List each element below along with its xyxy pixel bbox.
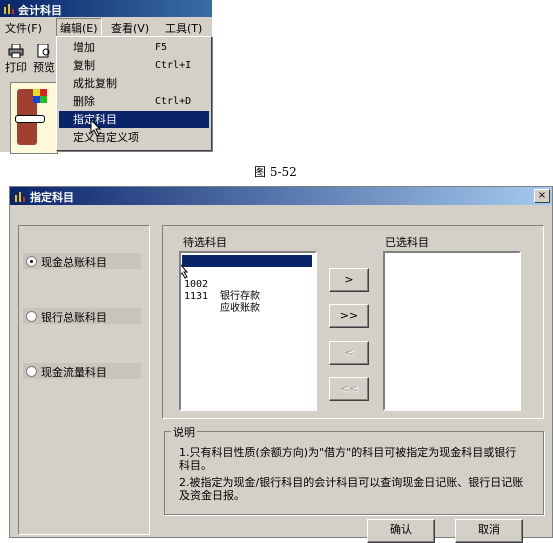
app-icon xyxy=(14,190,26,202)
radio-cash-general-ledger[interactable]: 现金总账科目 xyxy=(23,253,141,269)
book-graphic xyxy=(10,82,58,154)
note-1: 1.只有科目性质(余额方向)为"借方"的科目可被指定为现金科目或银行科目。 xyxy=(179,446,517,472)
account-type-panel: 现金总账科目 银行总账科目 现金流量科目 xyxy=(18,225,150,535)
menu-edit[interactable]: 编辑(E) xyxy=(56,18,102,38)
menu-item-add[interactable]: 增加 F5 xyxy=(59,39,209,56)
dialog-title: 指定科目 xyxy=(30,191,74,204)
move-left-button[interactable]: < xyxy=(329,341,369,365)
radio-button[interactable] xyxy=(26,311,37,322)
move-all-left-button[interactable]: << xyxy=(329,377,369,401)
preview-label: 预览 xyxy=(33,61,55,74)
mouse-cursor-icon xyxy=(90,119,102,137)
list-item[interactable]: 1131 应收账款 xyxy=(182,279,312,314)
candidate-accounts-list[interactable]: 1001 现金 1002 银行存款 1131 应收账款 xyxy=(179,251,317,411)
selected-accounts-list[interactable] xyxy=(383,251,521,411)
close-button[interactable]: × xyxy=(534,189,550,203)
edit-menu-dropdown: 增加 F5 复制 Ctrl+I 成批复制 删除 Ctrl+D 指定科目 定义自定… xyxy=(56,36,212,151)
move-right-button[interactable]: > xyxy=(329,268,369,292)
account-selection-panel: 待选科目 已选科目 1001 现金 1002 银行存款 1131 应收账款 > … xyxy=(162,225,544,419)
selected-label: 已选科目 xyxy=(383,234,431,250)
menu-view[interactable]: 查看(V) xyxy=(111,20,149,36)
notes-group: 说明 1.只有科目性质(余额方向)为"借方"的科目可被指定为现金科目或银行科目。… xyxy=(164,424,544,515)
radio-button[interactable] xyxy=(26,366,37,377)
list-item[interactable]: 1001 现金 xyxy=(182,255,312,290)
note-2: 2.被指定为现金/银行科目的会计科目可以查询现金日记账、银行日记账及资金日报。 xyxy=(179,476,524,502)
radio-bank-general-ledger[interactable]: 银行总账科目 xyxy=(23,308,141,324)
move-all-right-button[interactable]: >> xyxy=(329,304,369,328)
specify-account-dialog: 指定科目 × 现金总账科目 银行总账科目 现金流量科目 待选科目 已选科目 10… xyxy=(9,186,553,543)
cancel-button[interactable]: 取消 xyxy=(455,519,523,543)
preview-button[interactable]: 预览 xyxy=(30,42,58,76)
print-button[interactable]: 打印 xyxy=(2,42,30,76)
menu-file[interactable]: 文件(F) xyxy=(5,20,42,36)
menu-item-custom-fields[interactable]: 定义自定义项 xyxy=(59,129,209,146)
menu-tools[interactable]: 工具(T) xyxy=(165,20,202,36)
menu-item-delete[interactable]: 删除 Ctrl+D xyxy=(59,93,209,110)
menu-bar: 文件(F) 编辑(E) 查看(V) 工具(T) xyxy=(0,17,212,38)
menu-item-copy[interactable]: 复制 Ctrl+I xyxy=(59,57,209,74)
radio-button-selected[interactable] xyxy=(26,256,37,267)
dialog-title-bar: 指定科目 × xyxy=(10,187,552,205)
window-title: 会计科目 xyxy=(18,4,62,17)
notes-label: 说明 xyxy=(171,424,197,440)
title-bar: 会计科目 xyxy=(0,0,212,17)
confirm-button[interactable]: 确认 xyxy=(367,519,435,543)
radio-cash-flow[interactable]: 现金流量科目 xyxy=(23,363,141,379)
printer-icon xyxy=(8,44,24,58)
candidates-label: 待选科目 xyxy=(181,234,229,250)
menu-item-specify-account[interactable]: 指定科目 xyxy=(59,111,209,128)
preview-icon xyxy=(37,44,50,58)
mouse-cursor-icon xyxy=(181,264,189,279)
print-label: 打印 xyxy=(5,61,27,74)
menu-item-batch-copy[interactable]: 成批复制 xyxy=(59,75,209,92)
menu-screenshot: 会计科目 文件(F) 编辑(E) 查看(V) 工具(T) 打印 预览 增加 F5 xyxy=(0,0,212,154)
app-icon xyxy=(3,2,15,14)
list-item[interactable]: 1002 银行存款 xyxy=(182,267,312,302)
figure-caption: 图 5-52 xyxy=(254,165,297,179)
